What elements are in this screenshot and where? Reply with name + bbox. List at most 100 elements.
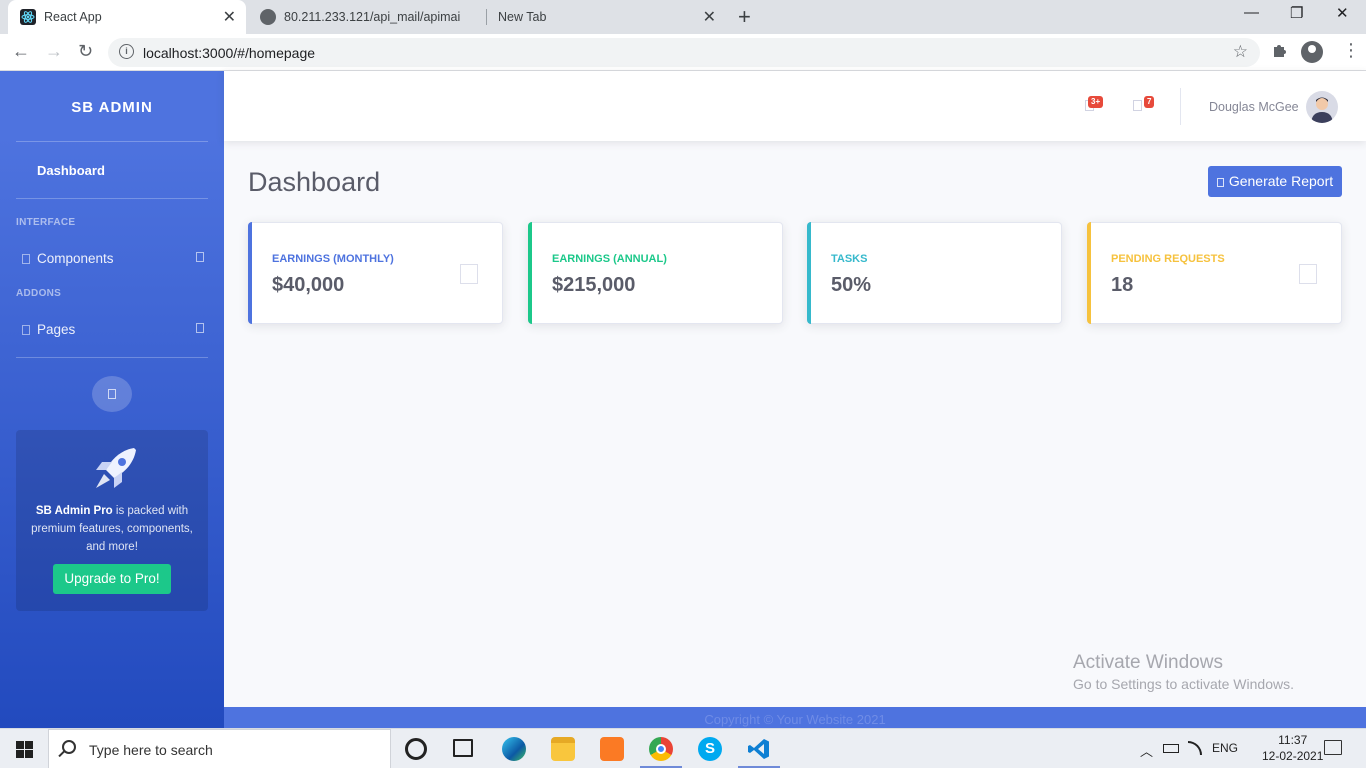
footer-copyright: Copyright © Your Website 2021 [704, 712, 886, 727]
sidebar-divider [16, 198, 208, 199]
search-icon [62, 740, 76, 754]
profile-icon[interactable] [1301, 41, 1323, 63]
tab-title: 80.211.233.121/api_mail/apimail [284, 10, 460, 24]
sidebar-heading-addons: ADDONS [16, 288, 62, 299]
card-accent [1087, 222, 1091, 324]
download-icon [1216, 178, 1224, 187]
minimize-button[interactable]: — [1244, 4, 1259, 21]
card-tasks: Tasks 50% [807, 222, 1062, 324]
bookmark-star-icon[interactable]: ☆ [1233, 42, 1248, 62]
card-earnings-annual: Earnings (Annual) $215,000 [528, 222, 783, 324]
sidebar-item-dashboard[interactable]: Dashboard [37, 163, 105, 178]
info-icon[interactable]: i [119, 44, 134, 59]
card-pending-requests: Pending Requests 18 [1087, 222, 1342, 324]
clock-date: 12-02-2021 [1262, 749, 1324, 763]
avatar[interactable] [1306, 91, 1338, 123]
cog-icon [22, 254, 30, 264]
card-label: Pending Requests [1111, 253, 1225, 265]
generate-report-label: Generate Report [1228, 173, 1334, 189]
card-value: $40,000 [272, 274, 345, 296]
calendar-icon [460, 264, 478, 284]
clock-time: 11:37 [1278, 733, 1308, 747]
sidebar-item-pages[interactable]: Pages [16, 322, 208, 342]
tab-new-tab[interactable]: New Tab ✕ [488, 0, 726, 34]
card-label: Earnings (Annual) [552, 253, 667, 265]
vscode-icon[interactable] [747, 737, 771, 761]
tab-close-icon[interactable]: ✕ [703, 7, 716, 27]
wifi-icon[interactable] [1188, 741, 1202, 755]
sidebar-item-label: Components [37, 251, 114, 266]
card-earnings-monthly: Earnings (Monthly) $40,000 [248, 222, 503, 324]
chevron-right-icon [196, 252, 204, 262]
topbar-divider [1180, 88, 1181, 125]
xampp-icon[interactable] [600, 737, 624, 761]
taskbar-clock[interactable]: 11:37 12-02-2021 [1262, 732, 1323, 764]
browser-toolbar: ← → ↻ i localhost:3000/#/homepage ☆ ⋮ [0, 34, 1366, 71]
taskbar-search-placeholder: Type here to search [89, 742, 213, 758]
rocket-icon [96, 448, 136, 488]
chevron-left-icon [108, 389, 116, 399]
task-view-icon[interactable] [453, 739, 473, 757]
cortana-icon[interactable] [405, 738, 427, 760]
promo-brand: SB Admin Pro [35, 505, 113, 517]
react-icon [20, 9, 36, 25]
activate-windows-title: Activate Windows [1073, 652, 1223, 673]
card-accent [807, 222, 811, 324]
windows-start-icon[interactable] [16, 741, 33, 758]
taskbar-search-input[interactable]: Type here to search [48, 729, 391, 768]
sidebar: SB ADMIN Dashboard INTERFACE Components … [0, 71, 224, 728]
sidebar-divider [16, 357, 208, 358]
folder-icon [22, 325, 30, 335]
chevron-right-icon [196, 323, 204, 333]
page-title: Dashboard [248, 167, 381, 197]
upgrade-button[interactable]: Upgrade to Pro! [53, 564, 171, 594]
promo-text: SB Admin Pro is packed with premium feat… [26, 502, 198, 556]
tab-separator [486, 9, 487, 25]
card-label: Earnings (Monthly) [272, 253, 394, 265]
back-button[interactable]: ← [12, 41, 30, 62]
new-tab-button[interactable]: + [738, 4, 751, 30]
extensions-puzzle-icon[interactable] [1271, 43, 1287, 64]
alerts-badge: 3+ [1088, 96, 1104, 108]
tab-api-mail[interactable]: 80.211.233.121/api_mail/apimail [248, 0, 484, 34]
activate-windows-subtitle: Go to Settings to activate Windows. [1073, 676, 1294, 692]
sidebar-item-label: Pages [37, 322, 76, 337]
card-accent [248, 222, 252, 324]
tab-title: New Tab [498, 10, 547, 24]
card-value: 18 [1111, 274, 1134, 296]
comments-icon [1299, 264, 1317, 284]
menu-dots-icon[interactable]: ⋮ [1342, 40, 1360, 61]
generate-report-button[interactable]: Generate Report [1208, 166, 1342, 197]
globe-icon [260, 9, 276, 25]
edge-icon[interactable] [502, 737, 526, 761]
promo-card: SB Admin Pro is packed with premium feat… [16, 430, 208, 611]
close-window-button[interactable]: ✕ [1336, 4, 1349, 22]
reload-button[interactable]: ↻ [78, 41, 93, 62]
address-bar[interactable]: i localhost:3000/#/homepage ☆ [108, 38, 1260, 67]
card-accent [528, 222, 532, 324]
sidebar-brand[interactable]: SB ADMIN [0, 99, 224, 116]
sidebar-item-components[interactable]: Components [16, 251, 208, 271]
sidebar-heading-interface: INTERFACE [16, 217, 76, 228]
forward-button[interactable]: → [45, 41, 63, 62]
restore-button[interactable]: ❐ [1290, 4, 1303, 22]
url-text[interactable]: localhost:3000/#/homepage [143, 45, 315, 61]
tab-title: React App [44, 10, 102, 24]
user-name[interactable]: Douglas McGee [1209, 100, 1299, 114]
language-indicator[interactable]: ENG [1212, 741, 1238, 755]
skype-icon[interactable]: S [698, 737, 722, 761]
sidebar-toggle-button[interactable] [92, 376, 132, 412]
chrome-icon[interactable] [649, 737, 673, 761]
notification-icon[interactable] [1324, 740, 1342, 755]
browser-tab-bar: React App ✕ 80.211.233.121/api_mail/apim… [0, 0, 1366, 34]
footer: Copyright © Your Website 2021 [224, 707, 1366, 728]
card-value: $215,000 [552, 274, 636, 296]
tab-react-app[interactable]: React App ✕ [8, 0, 246, 34]
chevron-up-icon[interactable]: ︿ [1140, 741, 1153, 760]
tab-close-icon[interactable]: ✕ [223, 7, 236, 27]
messages-badge: 7 [1144, 96, 1155, 108]
envelope-icon[interactable] [1133, 100, 1142, 111]
battery-icon[interactable] [1163, 744, 1179, 753]
topbar: 3+ 7 Douglas McGee [224, 71, 1366, 141]
file-explorer-icon[interactable] [551, 737, 575, 761]
